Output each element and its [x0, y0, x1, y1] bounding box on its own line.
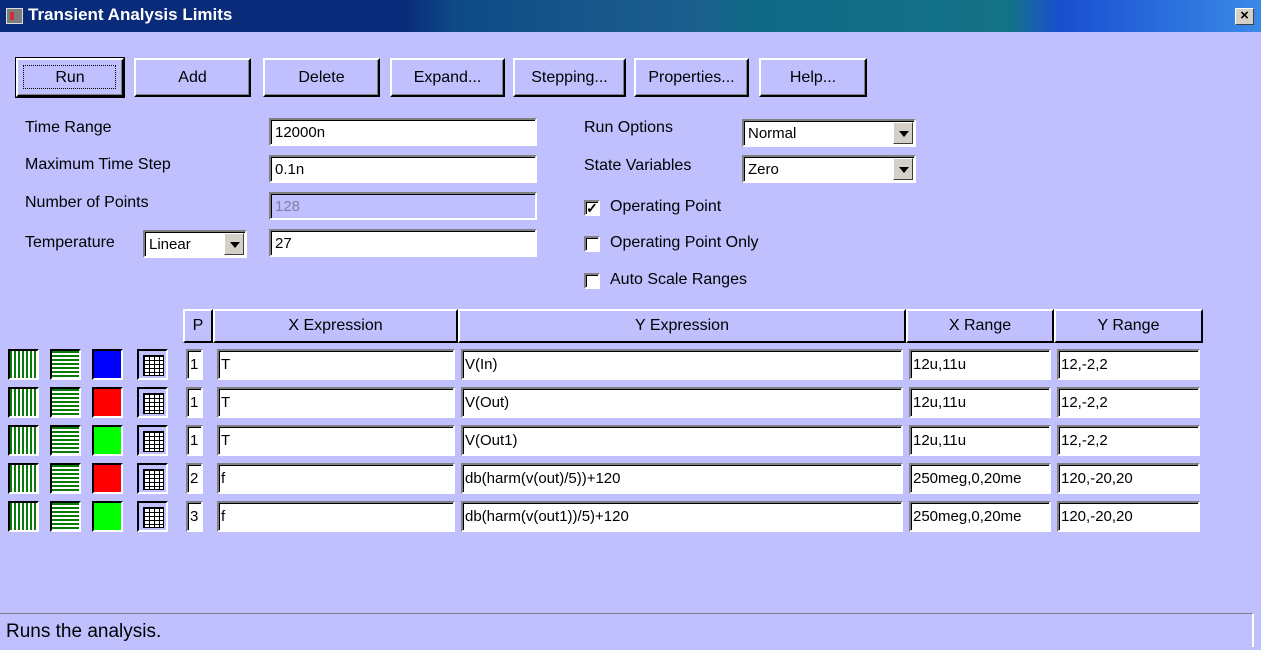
- delete-button[interactable]: Delete: [263, 58, 380, 97]
- app-icon: [6, 8, 23, 24]
- plot-group-cell[interactable]: 1: [186, 387, 203, 418]
- add-button[interactable]: Add: [134, 58, 251, 97]
- y-expression-cell[interactable]: V(In): [461, 349, 903, 380]
- y-expression-cell[interactable]: db(harm(v(out)/5))+120: [461, 463, 903, 494]
- y-range-cell[interactable]: 12,-2,2: [1057, 425, 1200, 456]
- curve-color-icon[interactable]: [92, 387, 123, 418]
- chevron-down-icon[interactable]: [893, 122, 913, 144]
- plot-group-cell[interactable]: 3: [186, 501, 203, 532]
- bars-format-icon[interactable]: [8, 425, 39, 456]
- curve-color-icon[interactable]: [92, 463, 123, 494]
- stepping-button[interactable]: Stepping...: [513, 58, 626, 97]
- table-format-icon[interactable]: [137, 463, 168, 494]
- time-range-label: Time Range: [25, 119, 112, 136]
- time-range-input[interactable]: 12000n: [269, 118, 537, 146]
- x-range-cell[interactable]: 12u,11u: [909, 387, 1051, 418]
- line-format-icon[interactable]: [50, 501, 81, 532]
- operating-point-checkbox[interactable]: ✓: [584, 200, 600, 216]
- x-expression-cell[interactable]: T: [217, 349, 455, 380]
- run-button[interactable]: Run: [15, 57, 125, 98]
- y-range-cell[interactable]: 120,-20,20: [1057, 463, 1200, 494]
- chevron-down-icon[interactable]: [224, 233, 244, 255]
- y-range-cell[interactable]: 12,-2,2: [1057, 387, 1200, 418]
- line-format-icon[interactable]: [50, 463, 81, 494]
- y-expression-cell[interactable]: V(Out1): [461, 425, 903, 456]
- chevron-down-icon[interactable]: [893, 158, 913, 180]
- bars-format-icon[interactable]: [8, 349, 39, 380]
- column-header-p[interactable]: P: [183, 309, 213, 343]
- window-title: Transient Analysis Limits: [28, 5, 233, 24]
- bars-format-icon[interactable]: [8, 387, 39, 418]
- x-expression-cell[interactable]: T: [217, 425, 455, 456]
- column-header-x-expression[interactable]: X Expression: [213, 309, 458, 343]
- column-header-y-expression[interactable]: Y Expression: [458, 309, 906, 343]
- y-range-cell[interactable]: 12,-2,2: [1057, 349, 1200, 380]
- curve-color-icon[interactable]: [92, 425, 123, 456]
- status-bar: Runs the analysis.: [0, 613, 1254, 647]
- line-format-icon[interactable]: [50, 425, 81, 456]
- curve-color-icon[interactable]: [92, 501, 123, 532]
- line-format-icon[interactable]: [50, 349, 81, 380]
- plot-group-cell[interactable]: 1: [186, 425, 203, 456]
- table-format-icon[interactable]: [137, 387, 168, 418]
- run-options-label: Run Options: [584, 119, 673, 136]
- help-button[interactable]: Help...: [759, 58, 867, 97]
- num-points-input: 128: [269, 192, 537, 220]
- x-range-cell[interactable]: 12u,11u: [909, 349, 1051, 380]
- operating-point-only-label: Operating Point Only: [610, 234, 759, 251]
- table-format-icon[interactable]: [137, 349, 168, 380]
- y-expression-cell[interactable]: V(Out): [461, 387, 903, 418]
- temperature-mode-value: Linear: [149, 236, 191, 253]
- y-range-cell[interactable]: 120,-20,20: [1057, 501, 1200, 532]
- plot-group-cell[interactable]: 2: [186, 463, 203, 494]
- x-range-cell[interactable]: 250meg,0,20me: [909, 463, 1051, 494]
- max-time-step-input[interactable]: 0.1n: [269, 155, 537, 183]
- properties-button[interactable]: Properties...: [634, 58, 749, 97]
- expand-button[interactable]: Expand...: [390, 58, 505, 97]
- column-header-y-range[interactable]: Y Range: [1054, 309, 1203, 343]
- bars-format-icon[interactable]: [8, 501, 39, 532]
- state-variables-label: State Variables: [584, 157, 692, 174]
- table-format-icon[interactable]: [137, 501, 168, 532]
- run-options-select[interactable]: Normal: [742, 119, 916, 147]
- temperature-mode-select[interactable]: Linear: [143, 230, 247, 258]
- temperature-label: Temperature: [25, 234, 115, 251]
- x-expression-cell[interactable]: T: [217, 387, 455, 418]
- x-range-cell[interactable]: 250meg,0,20me: [909, 501, 1051, 532]
- temperature-input[interactable]: 27: [269, 229, 537, 257]
- title-bar[interactable]: Transient Analysis Limits ×: [0, 0, 1261, 32]
- run-options-value: Normal: [748, 125, 797, 142]
- num-points-label: Number of Points: [25, 194, 149, 211]
- line-format-icon[interactable]: [50, 387, 81, 418]
- operating-point-label: Operating Point: [610, 198, 722, 215]
- x-range-cell[interactable]: 12u,11u: [909, 425, 1051, 456]
- x-expression-cell[interactable]: f: [217, 463, 455, 494]
- state-variables-value: Zero: [748, 161, 779, 178]
- state-variables-select[interactable]: Zero: [742, 155, 916, 183]
- max-time-step-label: Maximum Time Step: [25, 156, 171, 173]
- bars-format-icon[interactable]: [8, 463, 39, 494]
- curve-color-icon[interactable]: [92, 349, 123, 380]
- auto-scale-ranges-checkbox[interactable]: [584, 273, 600, 289]
- table-format-icon[interactable]: [137, 425, 168, 456]
- x-expression-cell[interactable]: f: [217, 501, 455, 532]
- plot-group-cell[interactable]: 1: [186, 349, 203, 380]
- auto-scale-ranges-label: Auto Scale Ranges: [610, 271, 747, 288]
- operating-point-only-checkbox[interactable]: [584, 236, 600, 252]
- column-header-x-range[interactable]: X Range: [906, 309, 1054, 343]
- close-button[interactable]: ×: [1235, 8, 1254, 25]
- y-expression-cell[interactable]: db(harm(v(out1))/5)+120: [461, 501, 903, 532]
